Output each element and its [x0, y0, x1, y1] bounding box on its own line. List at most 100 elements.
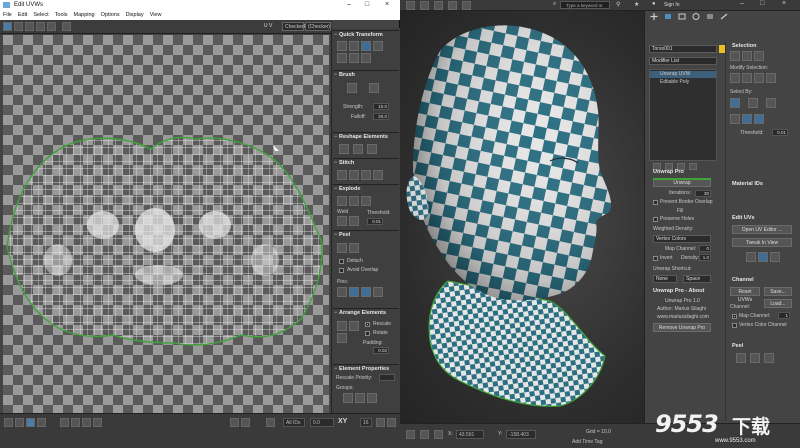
- group-remove-icon[interactable]: [367, 393, 377, 403]
- invert-checkbox[interactable]: [653, 256, 658, 261]
- vertex-color-radio[interactable]: [732, 323, 737, 328]
- object-name-field[interactable]: Torso001: [649, 45, 717, 53]
- select-face-icon[interactable]: [26, 418, 35, 427]
- stack-item-editable-poly[interactable]: Editable Poly: [650, 79, 716, 86]
- stitch-custom-icon[interactable]: [373, 170, 383, 180]
- shrink-icon[interactable]: [742, 73, 752, 83]
- pack-together-icon[interactable]: [349, 321, 359, 331]
- weld-threshold-spinner[interactable]: 0.01: [367, 218, 383, 225]
- map-channel-spinner[interactable]: 0: [699, 245, 711, 252]
- uv-viewport[interactable]: [3, 35, 329, 413]
- show-map-icon[interactable]: [62, 22, 71, 31]
- select-element-icon[interactable]: [37, 418, 46, 427]
- close-button[interactable]: ×: [380, 0, 394, 10]
- bind-icon[interactable]: [462, 1, 471, 10]
- menu-options[interactable]: Options: [98, 10, 123, 20]
- uv-tool-b-icon[interactable]: [758, 252, 768, 262]
- rescale-checkbox[interactable]: [365, 322, 370, 327]
- shortcut-key-dropdown[interactable]: Space: [683, 275, 711, 283]
- menu-select[interactable]: Select: [30, 10, 51, 20]
- arrange-title[interactable]: Arrange Elements: [333, 309, 399, 317]
- menu-tools[interactable]: Tools: [52, 10, 71, 20]
- select-overlap-icon[interactable]: [730, 114, 740, 124]
- relax-brush-icon[interactable]: [369, 83, 379, 93]
- group-select-icon[interactable]: [343, 393, 353, 403]
- x-coord-field[interactable]: 43.591: [456, 430, 484, 439]
- reset-uvws-button[interactable]: Reset UVWs: [730, 287, 760, 303]
- rotate-tool-icon[interactable]: [14, 22, 23, 31]
- search-input[interactable]: Type a keyword or phrase: [560, 1, 610, 15]
- perspective-viewport[interactable]: [400, 11, 644, 423]
- checker-dropdown[interactable]: (Checker): [305, 22, 331, 31]
- edge-mode-icon[interactable]: [742, 51, 752, 61]
- window-maximize-icon[interactable]: □: [760, 0, 764, 7]
- channel-title[interactable]: Channel: [732, 277, 754, 283]
- material-ids-title[interactable]: Material IDs: [732, 181, 763, 187]
- menu-edit[interactable]: Edit: [15, 10, 30, 20]
- about-title[interactable]: Unwrap Pro - About: [653, 288, 704, 294]
- stitch-source-icon[interactable]: [337, 170, 347, 180]
- ring-selection-icon[interactable]: [93, 418, 102, 427]
- select-edge-icon[interactable]: [15, 418, 24, 427]
- falloff-spinner[interactable]: 20.0: [373, 113, 389, 120]
- freeform-tool-icon[interactable]: [36, 22, 45, 31]
- zoom-icon[interactable]: [387, 418, 396, 427]
- peel-relax-icon[interactable]: [764, 353, 774, 363]
- detach-checkbox[interactable]: [339, 259, 344, 264]
- align-horizontal-icon[interactable]: [349, 41, 359, 51]
- iterations-spinner[interactable]: 30: [695, 190, 711, 197]
- u-value-field[interactable]: 0.0: [310, 418, 334, 427]
- stitch-target-icon[interactable]: [361, 170, 371, 180]
- menu-mapping[interactable]: Mapping: [71, 10, 98, 20]
- reshape-title[interactable]: Reshape Elements: [333, 133, 399, 141]
- about-website[interactable]: www.mariussilaghi.com: [657, 314, 709, 320]
- peel-section-title[interactable]: Peel: [732, 343, 743, 349]
- space-horizontal-icon[interactable]: [337, 53, 347, 63]
- preserve-holes-checkbox[interactable]: [653, 217, 658, 222]
- group-add-icon[interactable]: [355, 393, 365, 403]
- sign-in-link[interactable]: Sign In: [664, 1, 680, 9]
- select-by-seam-icon[interactable]: [766, 98, 776, 108]
- snap-icon[interactable]: [376, 418, 385, 427]
- select-by-element-icon[interactable]: [730, 98, 740, 108]
- grow-icon[interactable]: [730, 73, 740, 83]
- element-properties-title[interactable]: Element Properties: [333, 365, 399, 373]
- window-minimize-icon[interactable]: –: [740, 0, 744, 7]
- paint-brush-icon[interactable]: [347, 83, 357, 93]
- channel-map-spinner[interactable]: 1: [778, 312, 790, 319]
- stack-item-unwrap[interactable]: Unwrap UVW: [650, 71, 716, 78]
- rotate-checkbox[interactable]: [365, 331, 370, 336]
- hierarchy-tab-icon[interactable]: [677, 12, 687, 21]
- unwrap-pro-title[interactable]: Unwrap Pro: [653, 169, 684, 175]
- vertex-colors-dropdown[interactable]: Vertex Colors: [653, 235, 711, 243]
- break-icon[interactable]: [337, 196, 347, 206]
- stitch-average-icon[interactable]: [349, 170, 359, 180]
- straighten-icon[interactable]: [339, 144, 349, 154]
- selection-lock-icon[interactable]: [420, 430, 429, 439]
- grow-selection-icon[interactable]: [60, 418, 69, 427]
- ring-icon[interactable]: [766, 73, 776, 83]
- weld-all-icon[interactable]: [349, 216, 359, 226]
- loop-selection-icon[interactable]: [82, 418, 91, 427]
- unlink-icon[interactable]: [448, 1, 457, 10]
- select-by-planar-icon[interactable]: [748, 98, 758, 108]
- polygon-mode-icon[interactable]: [754, 51, 764, 61]
- modify-tab-icon[interactable]: [663, 12, 673, 21]
- menu-display[interactable]: Display: [123, 10, 147, 20]
- menu-file[interactable]: File: [0, 10, 15, 20]
- utilities-tab-icon[interactable]: [719, 12, 729, 21]
- selection-title[interactable]: Selection: [732, 43, 756, 49]
- y-coord-field[interactable]: -158.403: [506, 430, 536, 439]
- isolate-icon[interactable]: [406, 430, 415, 439]
- quick-transform-title[interactable]: Quick Transform: [333, 31, 399, 39]
- grid-size-field[interactable]: 16: [360, 418, 372, 427]
- flatten-by-polygon-icon[interactable]: [361, 196, 371, 206]
- uv-tool-a-icon[interactable]: [746, 252, 756, 262]
- modifier-list-dropdown[interactable]: Modifier List: [649, 57, 717, 65]
- add-time-tag-button[interactable]: Add Time Tag: [572, 439, 602, 445]
- select-vertex-icon[interactable]: [4, 418, 13, 427]
- density-spinner[interactable]: 1.0: [699, 254, 711, 261]
- binoculars-icon[interactable]: ⚲: [616, 1, 620, 8]
- shrink-selection-icon[interactable]: [71, 418, 80, 427]
- align-icon[interactable]: [337, 41, 347, 51]
